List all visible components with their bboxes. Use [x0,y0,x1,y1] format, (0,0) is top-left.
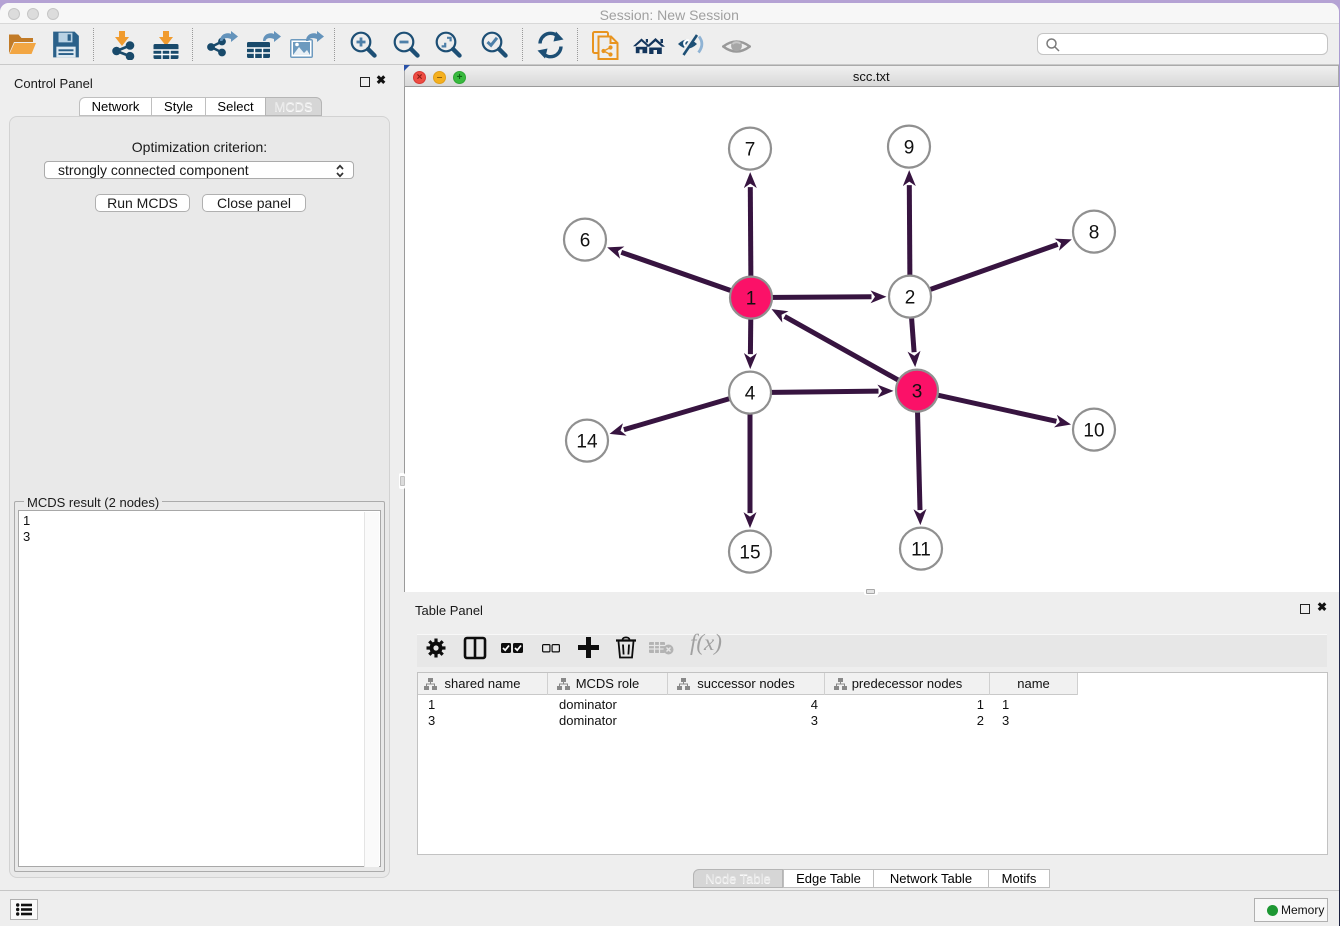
svg-text:11: 11 [911,540,931,561]
svg-text:8: 8 [1089,223,1100,244]
svg-text:10: 10 [1083,421,1104,442]
svg-text:1: 1 [746,289,757,310]
svg-text:4: 4 [745,384,756,405]
svg-text:7: 7 [745,140,756,161]
svg-text:9: 9 [904,138,915,159]
svg-text:6: 6 [580,231,591,252]
svg-text:14: 14 [576,432,598,453]
svg-text:3: 3 [912,382,923,403]
svg-text:2: 2 [905,288,916,309]
svg-text:15: 15 [739,543,760,564]
